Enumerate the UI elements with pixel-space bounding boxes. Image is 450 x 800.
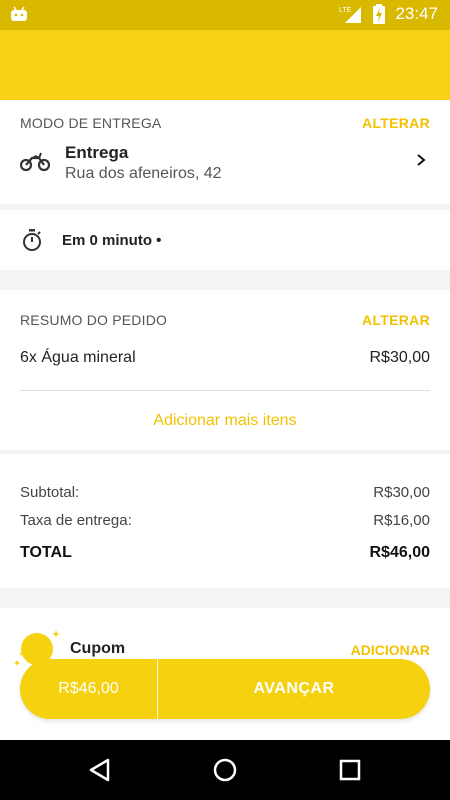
delivery-time-text: Em 0 minuto • (62, 231, 162, 249)
recents-icon[interactable] (336, 756, 364, 784)
chevron-right-icon (417, 154, 426, 166)
order-item-row: 6x Água mineral R$30,00 (20, 349, 430, 367)
system-navigation-bar (0, 740, 450, 800)
network-type: LTE (339, 7, 352, 14)
delivery-mode-label: Entrega (65, 143, 129, 162)
advance-button[interactable]: AVANÇAR (158, 659, 430, 719)
delivery-time-row: Em 0 minuto • (22, 227, 161, 253)
order-item-price: R$30,00 (369, 349, 431, 366)
coupon-label: Cupom (70, 640, 126, 657)
order-divider (20, 390, 430, 391)
checkout-bar: R$46,00 AVANÇAR (20, 659, 430, 719)
subtotal-row: Subtotal: R$30,00 (20, 484, 430, 501)
delivery-fee-value: R$16,00 (373, 512, 430, 529)
app-header (0, 30, 450, 100)
total-row: TOTAL R$46,00 (20, 544, 430, 562)
checkout-amount: R$46,00 (20, 659, 158, 719)
total-value: R$46,00 (369, 544, 431, 561)
order-section-title: RESUMO DO PEDIDO (20, 312, 168, 328)
delivery-section-title: MODO DE ENTREGA (20, 115, 162, 131)
android-icon (11, 6, 27, 21)
delivery-mode-row[interactable]: Entrega Rua dos afeneiros, 42 (20, 140, 430, 190)
total-label: TOTAL (20, 544, 72, 561)
back-icon[interactable] (86, 756, 114, 784)
home-icon[interactable] (211, 756, 239, 784)
signal-icon: LTE (339, 7, 362, 23)
stopwatch-icon (23, 229, 41, 251)
change-delivery-button[interactable]: ALTERAR (362, 115, 430, 131)
add-more-items-button[interactable]: Adicionar mais itens (0, 412, 450, 430)
battery-charging-icon (373, 4, 386, 24)
subtotal-value: R$30,00 (373, 484, 430, 501)
change-order-button[interactable]: ALTERAR (362, 312, 430, 328)
status-bar: LTE 23:47 (0, 0, 450, 30)
clock: 23:47 (395, 4, 438, 23)
order-item-name: 6x Água mineral (20, 349, 136, 366)
delivery-fee-row: Taxa de entrega: R$16,00 (20, 512, 430, 529)
delivery-address: Rua dos afeneiros, 42 (65, 165, 222, 182)
status-right: LTE 23:47 (339, 4, 438, 24)
motorcycle-icon (20, 152, 50, 172)
add-coupon-button[interactable]: ADICIONAR (351, 642, 430, 658)
subtotal-label: Subtotal: (20, 484, 80, 501)
delivery-fee-label: Taxa de entrega: (20, 512, 132, 529)
